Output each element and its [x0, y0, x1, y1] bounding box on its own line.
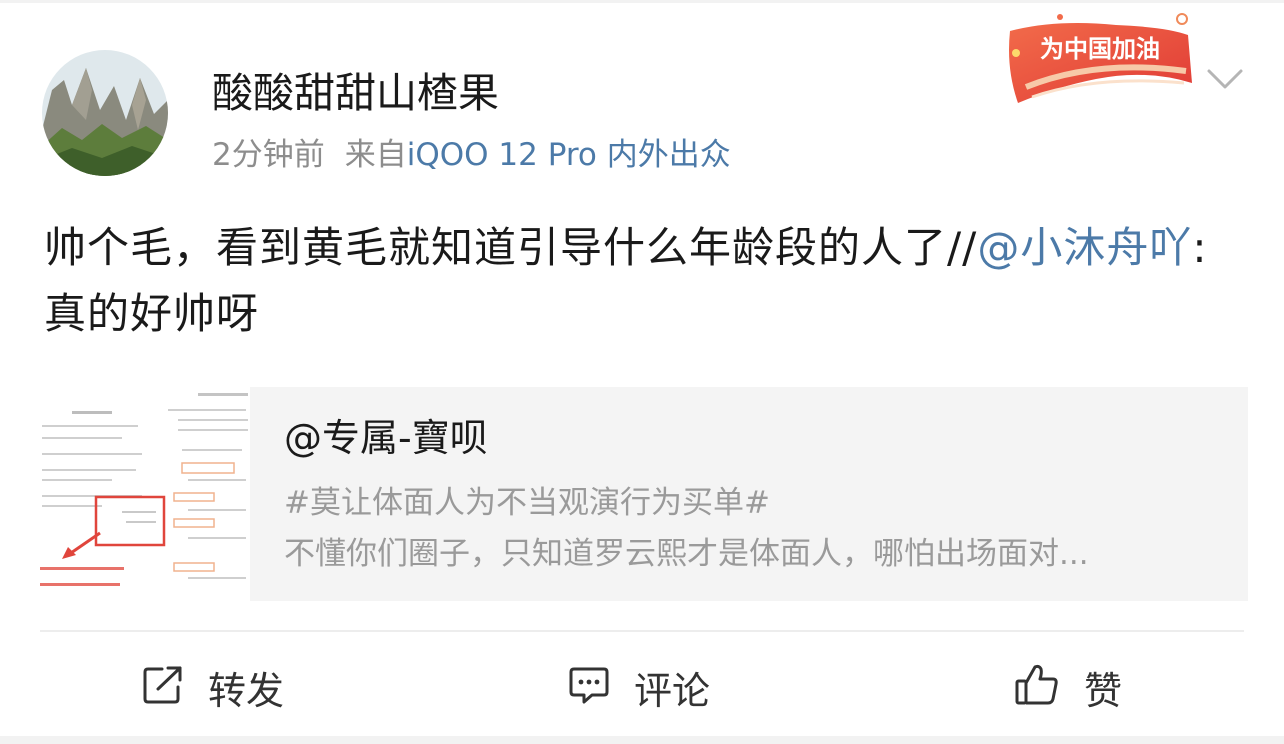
quoted-post-user: @专属-寶呗 [284, 416, 488, 460]
like-label: 赞 [1084, 668, 1123, 713]
avatar-image [42, 50, 168, 176]
avatar[interactable] [42, 50, 168, 176]
quoted-post-card[interactable]: @专属-寶呗 #莫让体面人为不当观演行为买单# 不懂你们圈子，只知道罗云熙才是体… [38, 387, 1248, 601]
share-arrow-icon [142, 665, 184, 709]
comment-bubble-icon [568, 665, 610, 709]
post-time: 2分钟前 [212, 137, 325, 173]
post-card: 酸酸甜甜山楂果 2分钟前 来自iQOO 12 Pro 内外出众 为中国加油 帅个… [0, 3, 1284, 736]
badge-image: 为中国加油 [1009, 13, 1192, 103]
chevron-down-icon[interactable] [1204, 61, 1246, 97]
post-text-main: 帅个毛，看到黄毛就知道引导什么年龄段的人了// [44, 223, 978, 272]
quoted-post-excerpt: 不懂你们圈子，只知道罗云熙才是体面人，哪怕出场面对... [284, 536, 1089, 572]
thumbs-up-icon [1014, 663, 1060, 711]
post-text: 帅个毛，看到黄毛就知道引导什么年龄段的人了//@小沐舟吖:真的好帅呀 [44, 215, 1240, 347]
divider [40, 630, 1244, 632]
device-source[interactable]: iQOO 12 Pro 内外出众 [407, 137, 731, 173]
repost-button[interactable]: 转发 [142, 655, 284, 719]
comment-label: 评论 [634, 668, 711, 713]
username[interactable]: 酸酸甜甜山楂果 [212, 67, 499, 119]
like-button[interactable]: 赞 [1014, 655, 1122, 719]
comment-button[interactable]: 评论 [568, 655, 710, 719]
event-badge[interactable]: 为中国加油 [996, 9, 1200, 111]
repost-label: 转发 [208, 668, 285, 713]
badge-text: 为中国加油 [1040, 35, 1160, 63]
quoted-post-thumbnail [38, 387, 250, 601]
mention-link[interactable]: @小沐舟吖 [977, 223, 1192, 272]
quoted-post-topic: #莫让体面人为不当观演行为买单# [284, 485, 770, 521]
post-meta: 2分钟前 来自iQOO 12 Pro 内外出众 [212, 133, 731, 177]
source-prefix: 来自 [344, 137, 407, 173]
